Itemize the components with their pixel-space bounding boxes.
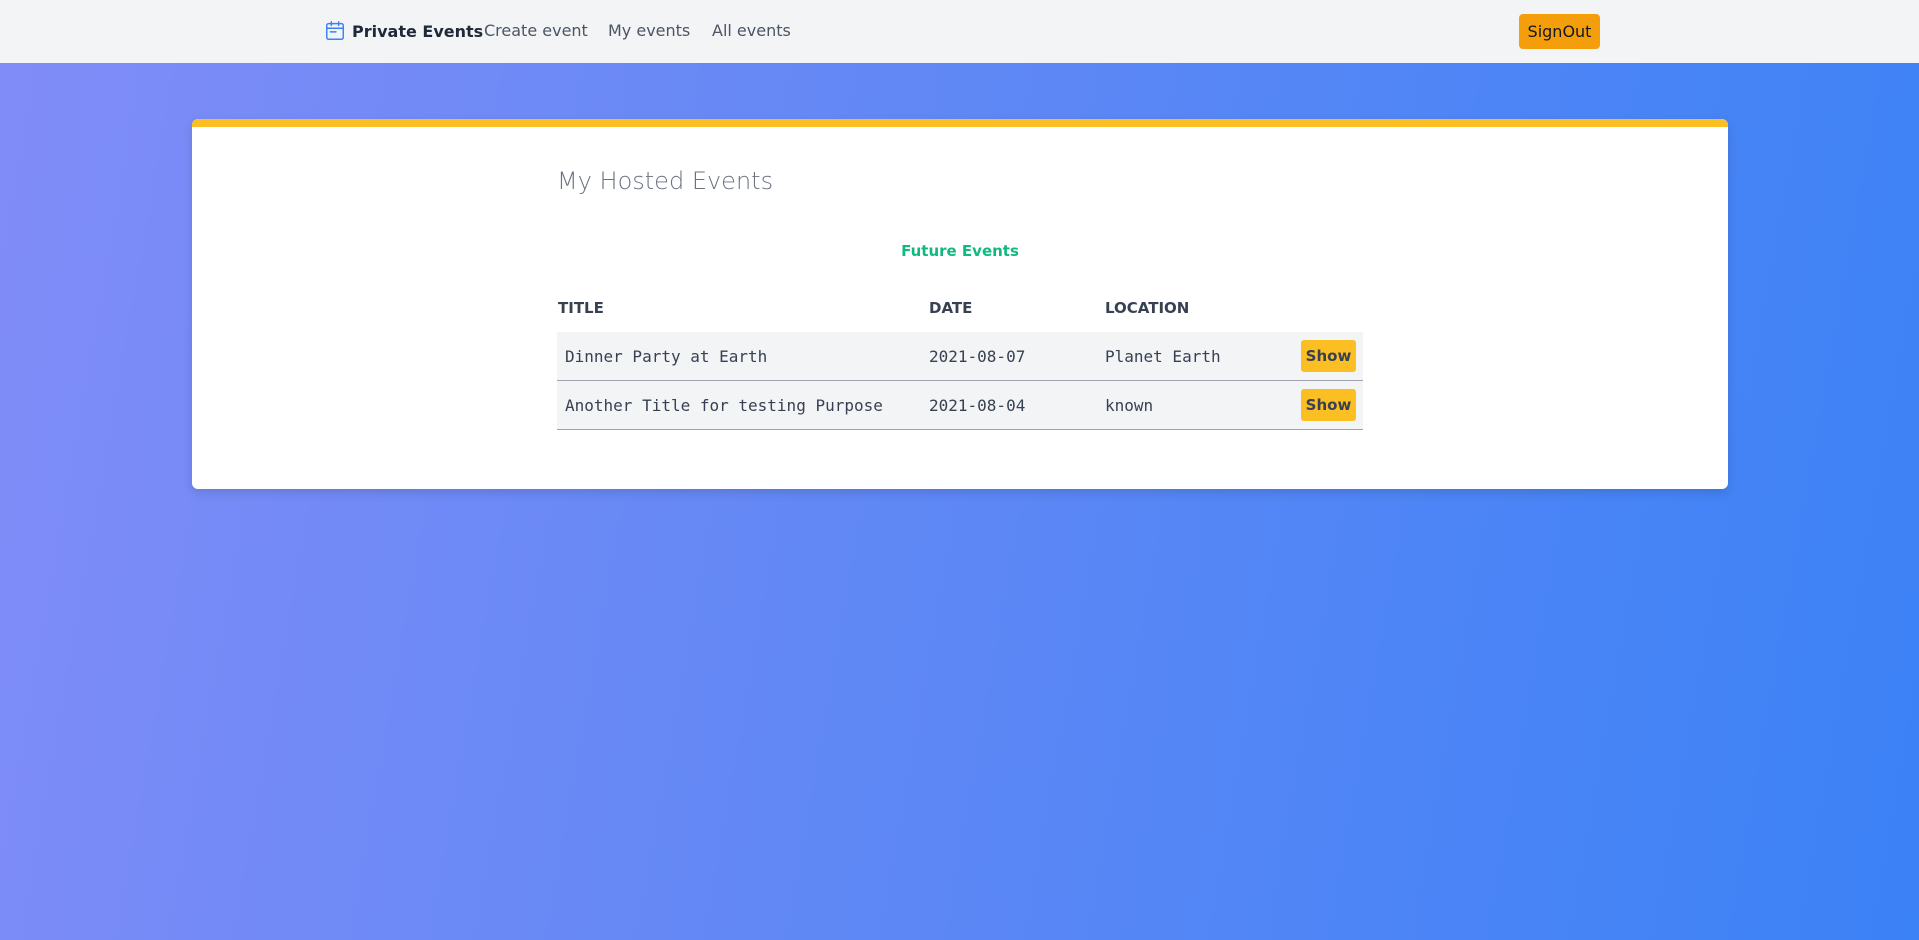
page-title: My Hosted Events bbox=[557, 167, 774, 195]
signout-button[interactable]: SignOut bbox=[1519, 14, 1600, 49]
column-header-title: TITLE bbox=[558, 299, 604, 317]
cell-title: Dinner Party at Earth bbox=[565, 347, 768, 366]
show-button[interactable]: Show bbox=[1301, 389, 1356, 421]
show-button[interactable]: Show bbox=[1301, 340, 1356, 372]
cell-location: Planet Earth bbox=[1105, 347, 1221, 366]
events-table: TITLE DATE LOCATION Dinner Party at Eart… bbox=[557, 295, 1363, 430]
table-header: TITLE DATE LOCATION bbox=[557, 295, 1363, 332]
cell-title: Another Title for testing Purpose bbox=[565, 396, 883, 415]
top-navbar: Private Events Create event My events Al… bbox=[0, 0, 1919, 63]
card-accent-bar bbox=[192, 119, 1728, 127]
events-card: My Hosted Events Future Events TITLE DAT… bbox=[192, 119, 1728, 489]
nav-link-create-event[interactable]: Create event bbox=[484, 21, 588, 40]
calendar-icon bbox=[326, 21, 344, 40]
nav-link-all-events[interactable]: All events bbox=[712, 21, 791, 40]
table-row: Another Title for testing Purpose 2021-0… bbox=[557, 381, 1363, 430]
brand-label: Private Events bbox=[352, 21, 484, 41]
nav-link-my-events[interactable]: My events bbox=[608, 21, 690, 40]
column-header-date: DATE bbox=[929, 299, 973, 317]
brand[interactable]: Private Events bbox=[324, 19, 483, 43]
column-header-location: LOCATION bbox=[1105, 299, 1190, 317]
cell-date: 2021-08-07 bbox=[929, 347, 1026, 366]
cell-date: 2021-08-04 bbox=[929, 396, 1026, 415]
section-title-future-events: Future Events bbox=[901, 242, 1019, 260]
table-row: Dinner Party at Earth 2021-08-07 Planet … bbox=[557, 332, 1363, 381]
cell-location: known bbox=[1105, 396, 1154, 415]
